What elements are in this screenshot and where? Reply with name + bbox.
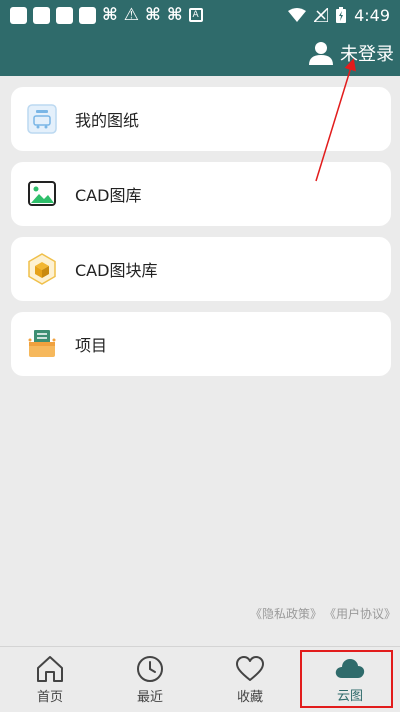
nav-cloud[interactable]: 云图 [300, 647, 400, 712]
user-icon [309, 42, 333, 65]
block-library-icon [25, 252, 59, 286]
menu-item-my-drawings[interactable]: 我的图纸 [11, 87, 391, 151]
nav-label: 云图 [336, 688, 363, 704]
bug-icon: ⌘ [145, 4, 161, 25]
square-icon [33, 6, 50, 24]
project-icon [25, 327, 59, 361]
status-time: 4:49 [354, 5, 390, 25]
signal-icon [314, 8, 329, 22]
menu-item-label: 项目 [75, 336, 108, 355]
clock-icon [137, 655, 163, 682]
menu-item-label: CAD图块库 [75, 261, 158, 280]
square-icon [79, 6, 96, 24]
bug-icon: ⌘ [166, 4, 183, 25]
square-icon [56, 6, 73, 24]
status-bar: ⌘ ⚠ ⌘ ⌘ A 4:49 [0, 0, 400, 30]
menu-item-cad-block-library[interactable]: CAD图块库 [11, 237, 391, 301]
heart-icon [236, 655, 264, 681]
a-icon: A [188, 8, 203, 22]
menu-item-project[interactable]: 项目 [11, 312, 391, 376]
bottom-nav: 首页 最近 收藏 云图 [0, 646, 400, 712]
status-bar-system: 4:49 [288, 6, 390, 25]
cloud-icon [335, 658, 365, 678]
warning-icon: ⚠ [123, 4, 140, 25]
square-icon [10, 6, 27, 24]
app-header: 未登录 [0, 30, 400, 76]
battery-icon [336, 7, 347, 23]
drawing-icon [25, 102, 59, 136]
status-bar-notifications: ⌘ ⚠ ⌘ ⌘ A [10, 4, 203, 25]
nav-favorites[interactable]: 收藏 [200, 647, 300, 712]
menu-item-cad-gallery[interactable]: CAD图库 [11, 162, 391, 226]
gallery-icon [25, 177, 59, 211]
nav-home[interactable]: 首页 [0, 647, 100, 712]
policy-links: 《隐私政策》 《用户协议》 [250, 605, 396, 622]
nav-label: 收藏 [236, 689, 263, 705]
privacy-policy-link[interactable]: 《隐私政策》 [250, 605, 322, 622]
nav-recent[interactable]: 最近 [100, 647, 200, 712]
menu-item-label: CAD图库 [75, 186, 142, 205]
home-icon [37, 655, 63, 682]
nav-label: 首页 [36, 689, 63, 705]
login-button[interactable]: 未登录 [308, 38, 394, 68]
bug-icon: ⌘ [102, 4, 118, 25]
menu-item-label: 我的图纸 [75, 111, 140, 130]
login-label: 未登录 [340, 44, 394, 65]
wifi-icon [288, 8, 307, 22]
user-agreement-link[interactable]: 《用户协议》 [324, 605, 396, 622]
nav-label: 最近 [136, 689, 163, 705]
